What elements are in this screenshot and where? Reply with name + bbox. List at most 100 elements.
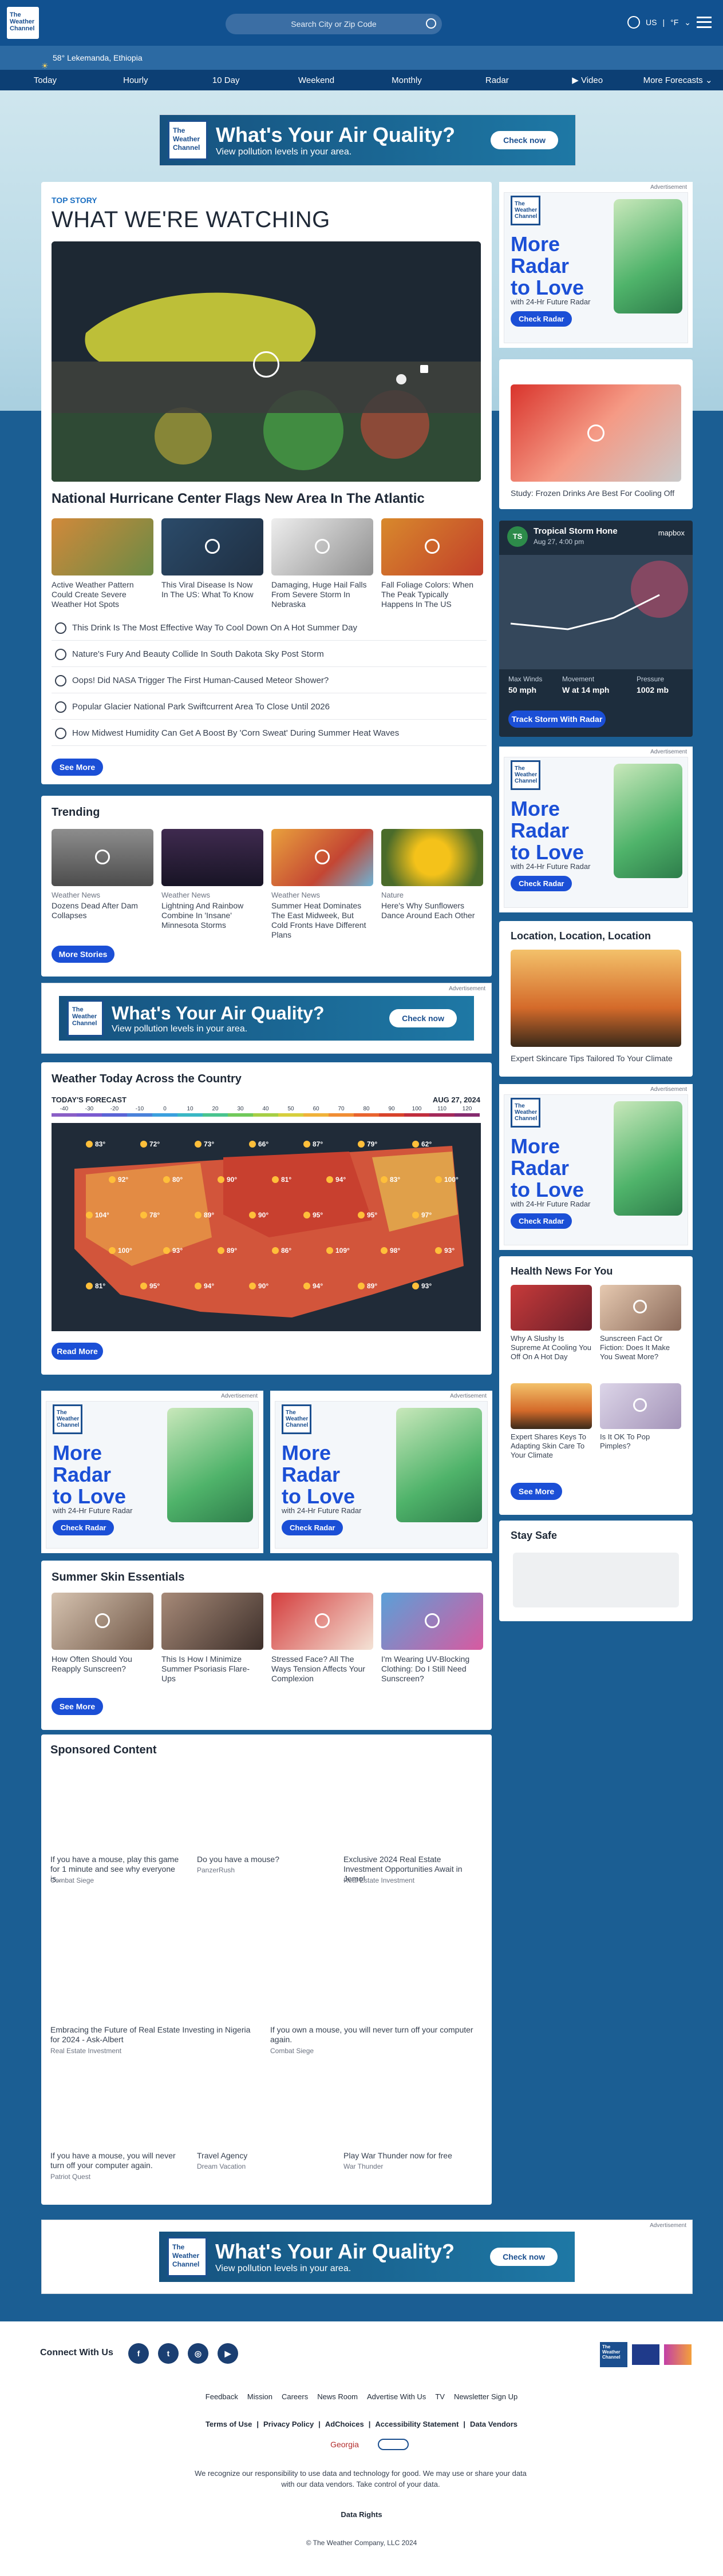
trending-thumb-2[interactable] [161, 829, 263, 886]
temperature-marker[interactable]: 83° [381, 1176, 400, 1184]
health-caption-4[interactable]: Is It OK To Pop Pimples? [600, 1432, 681, 1451]
check-radar-button[interactable]: Check Radar [282, 1520, 343, 1535]
health-thumb-3[interactable] [511, 1383, 592, 1429]
temperature-marker[interactable]: 93° [412, 1282, 432, 1290]
skin-thumb-4[interactable] [381, 1593, 483, 1650]
temperature-marker[interactable]: 62° [412, 1140, 432, 1148]
read-more-button[interactable]: Read More [52, 1343, 103, 1360]
health-caption-2[interactable]: Sunscreen Fact Or Fiction: Does It Make … [600, 1334, 681, 1362]
temperature-marker[interactable]: 89° [195, 1211, 214, 1219]
info-icon[interactable] [420, 365, 428, 373]
youtube-icon[interactable]: ▶ [218, 2343, 238, 2364]
globe-icon[interactable] [627, 16, 641, 29]
instagram-icon[interactable]: ◎ [188, 2343, 208, 2364]
play-icon[interactable] [253, 351, 279, 378]
temperature-marker[interactable]: 87° [303, 1140, 323, 1148]
location-caption[interactable]: Expert Skincare Tips Tailored To Your Cl… [511, 1054, 682, 1063]
chevron-down-icon[interactable]: ⌄ [684, 18, 691, 27]
skin-thumb-3[interactable] [271, 1593, 373, 1650]
more-stories-button[interactable]: More Stories [52, 946, 114, 963]
temperature-marker[interactable]: 89° [358, 1282, 377, 1290]
footer-link[interactable]: Advertise With Us [367, 2392, 426, 2401]
temperature-marker[interactable]: 81° [86, 1282, 105, 1290]
temperature-marker[interactable]: 78° [140, 1211, 160, 1219]
story-caption-3[interactable]: Damaging, Huge Hail Falls From Severe St… [271, 580, 369, 609]
search-input[interactable]: Search City or Zip Code [226, 14, 442, 34]
nav-more-forecasts[interactable]: More Forecasts ⌄ [633, 75, 723, 85]
temperature-marker[interactable]: 90° [249, 1211, 268, 1219]
check-radar-button[interactable]: Check Radar [53, 1520, 114, 1535]
trending-caption-2[interactable]: Lightning And Rainbow Combine In 'Insane… [161, 901, 259, 930]
temperature-marker[interactable]: 86° [272, 1247, 291, 1255]
temperature-marker[interactable]: 80° [163, 1176, 183, 1184]
footer-link[interactable]: TV [435, 2392, 445, 2401]
georgia-badge[interactable]: Georgia [316, 2436, 373, 2453]
see-more-button[interactable]: See More [511, 1483, 562, 1500]
footer-link[interactable]: Data Vendors [470, 2420, 517, 2428]
site-logo[interactable]: The Weather Channel [7, 7, 39, 39]
footer-link[interactable]: AdChoices [325, 2420, 364, 2428]
close-icon[interactable] [396, 374, 406, 384]
temperature-marker[interactable]: 94° [326, 1176, 346, 1184]
health-thumb-4[interactable] [600, 1383, 681, 1429]
location-bar[interactable]: ☀ 58° Lekemanda, Ethiopia [0, 46, 723, 70]
radar-ad-sidebar-2[interactable]: Advertisement The Weather Channel More Ra… [499, 747, 693, 912]
nav-10-day[interactable]: 10 Day [181, 76, 271, 85]
track-storm-button[interactable]: Track Storm With Radar [508, 711, 606, 728]
national-temperature-map[interactable]: 83° 72° 73° 66° 87° 79° 62° 92° 80° 90° 81° 94° 83° 1… [52, 1123, 481, 1331]
nav-video[interactable]: ▶ Video [542, 75, 633, 85]
temperature-marker[interactable]: 72° [140, 1140, 160, 1148]
sponsored-caption-4[interactable]: Embracing the Future of Real Estate Inve… [50, 2025, 256, 2045]
footer-link[interactable]: Newsletter Sign Up [454, 2392, 517, 2401]
story-list-item-5[interactable]: How Midwest Humidity Can Get A Boost By … [52, 721, 487, 746]
trending-caption-3[interactable]: Summer Heat Dominates The East Midweek, … [271, 901, 369, 940]
story-caption-2[interactable]: This Viral Disease Is Now In The US: Wha… [161, 580, 259, 600]
temperature-marker[interactable]: 95° [358, 1211, 377, 1219]
temperature-marker[interactable]: 94° [195, 1282, 214, 1290]
temperature-marker[interactable]: 98° [381, 1247, 400, 1255]
see-more-button[interactable]: See More [52, 1698, 103, 1715]
story-thumb-1[interactable] [52, 518, 153, 575]
temperature-marker[interactable]: 109° [326, 1247, 350, 1255]
temperature-marker[interactable]: 104° [86, 1211, 109, 1219]
twitter-icon[interactable]: t [158, 2343, 179, 2364]
air-quality-ad-mid[interactable]: Advertisement The Weather Channel What's… [41, 983, 492, 1054]
twc-footer-logo[interactable]: The Weather Channel [600, 2342, 627, 2367]
nav-monthly[interactable]: Monthly [362, 76, 452, 85]
skin-caption-2[interactable]: This Is How I Minimize Summer Psoriasis … [161, 1654, 259, 1684]
health-thumb-1[interactable] [511, 1285, 592, 1331]
radar-ad-sidebar-1[interactable]: Advertisement The Weather Channel More Ra… [499, 182, 693, 348]
trending-thumb-1[interactable] [52, 829, 153, 886]
menu-icon[interactable] [697, 17, 712, 28]
sponsored-caption-8[interactable]: Play War Thunder now for free [343, 2151, 481, 2161]
footer-link[interactable]: Feedback [206, 2392, 238, 2401]
footer-link[interactable]: Careers [282, 2392, 308, 2401]
search-icon[interactable] [426, 18, 436, 29]
location-image[interactable] [511, 950, 681, 1047]
radar-ad-right[interactable]: Advertisement The Weather Channel More Ra… [270, 1391, 492, 1553]
check-now-button[interactable]: Check now [389, 1009, 457, 1027]
sponsored-caption-7[interactable]: Travel Agency [197, 2151, 334, 2161]
check-radar-button[interactable]: Check Radar [511, 876, 572, 891]
footer-link[interactable]: Terms of Use [206, 2420, 252, 2428]
trending-thumb-3[interactable] [271, 829, 373, 886]
facebook-icon[interactable]: f [128, 2343, 149, 2364]
story-list-item-3[interactable]: Oops! Did NASA Trigger The First Human-C… [52, 668, 487, 693]
temp-unit-label[interactable]: °F [670, 18, 678, 27]
sponsored-caption-6[interactable]: If you have a mouse, you will never turn… [50, 2151, 182, 2170]
temperature-marker[interactable]: 83° [86, 1140, 105, 1148]
temperature-marker[interactable]: 95° [303, 1211, 323, 1219]
temperature-marker[interactable]: 94° [303, 1282, 323, 1290]
temperature-marker[interactable]: 73° [195, 1140, 214, 1148]
radar-ad-left[interactable]: Advertisement The Weather Channel More Ra… [41, 1391, 263, 1553]
story-list-item-4[interactable]: Popular Glacier National Park Swiftcurre… [52, 694, 487, 720]
temperature-marker[interactable]: 90° [218, 1176, 237, 1184]
temperature-marker[interactable]: 89° [218, 1247, 237, 1255]
nav-today[interactable]: Today [0, 76, 90, 85]
nav-hourly[interactable]: Hourly [90, 76, 181, 85]
check-radar-button[interactable]: Check Radar [511, 311, 572, 327]
health-caption-1[interactable]: Why A Slushy Is Supreme At Cooling You O… [511, 1334, 592, 1362]
hero-caption[interactable]: National Hurricane Center Flags New Area… [52, 491, 425, 507]
temperature-marker[interactable]: 93° [163, 1247, 183, 1255]
sponsored-caption-2[interactable]: Do you have a mouse? [197, 1855, 334, 1864]
